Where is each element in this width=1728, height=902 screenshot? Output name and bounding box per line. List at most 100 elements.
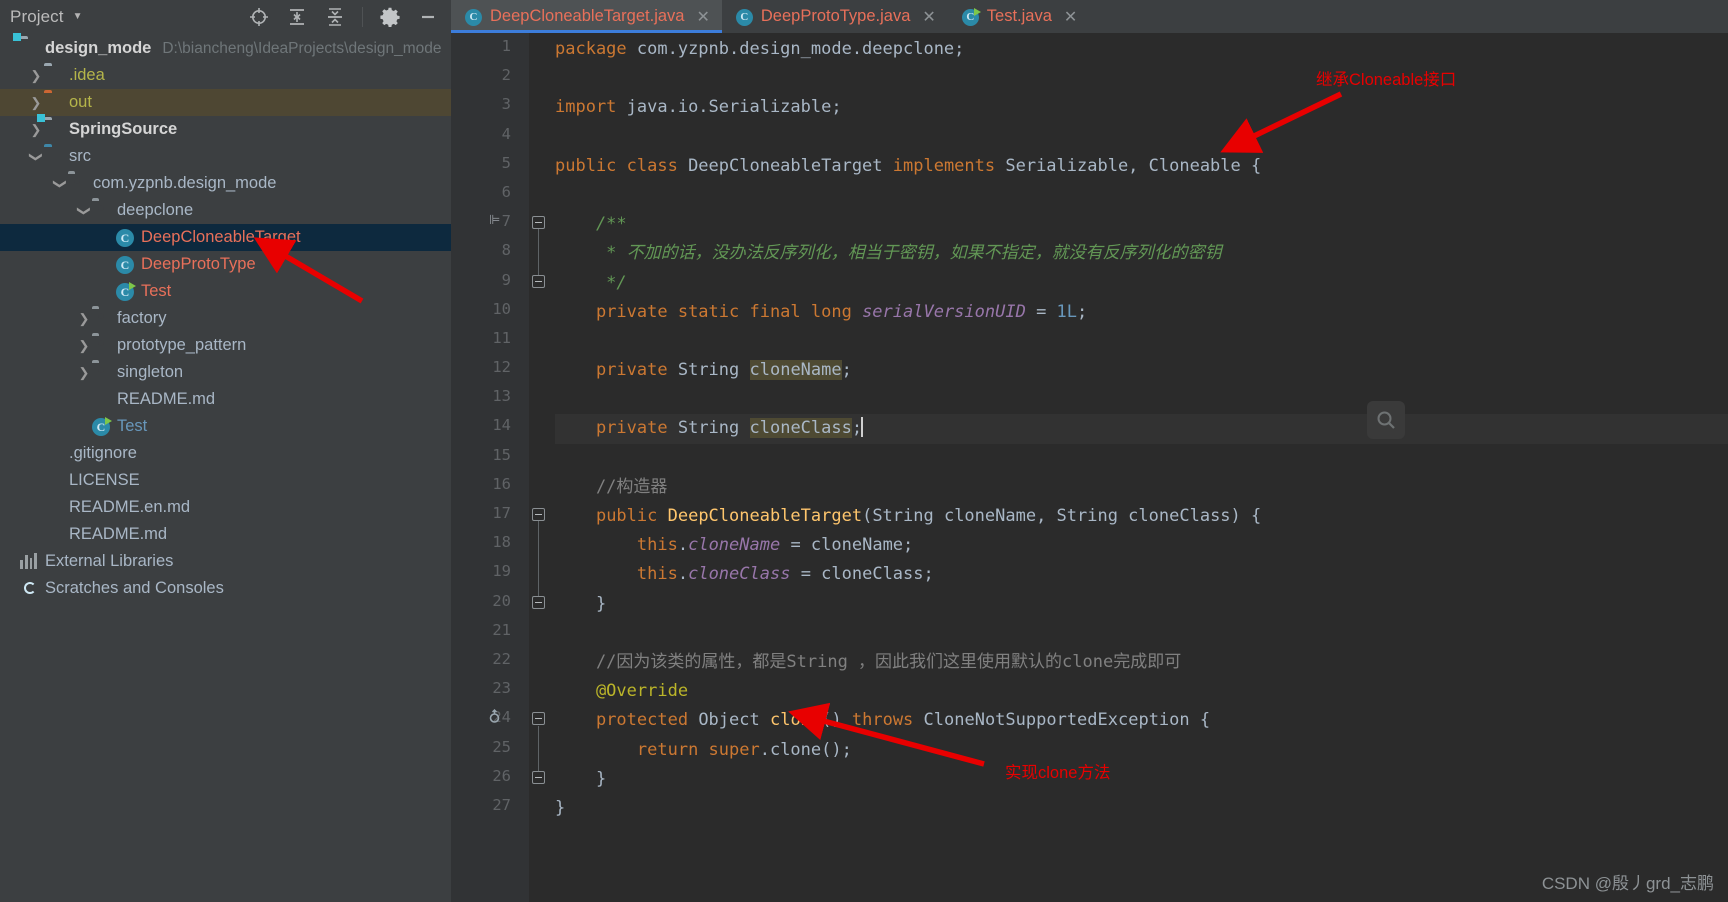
fold-collapse-icon[interactable] — [532, 508, 545, 521]
chevron-down-icon[interactable]: ❯ — [52, 176, 68, 192]
search-icon[interactable] — [1367, 401, 1405, 439]
tree-item-label: Scratches and Consoles — [45, 579, 224, 597]
code-line[interactable]: @Override — [555, 677, 1728, 706]
editor-tab-deepprototype-java[interactable]: C DeepProtoType.java ✕ — [722, 0, 948, 33]
code-line[interactable] — [555, 444, 1728, 473]
fold-expand-icon[interactable] — [532, 770, 545, 784]
close-icon[interactable]: ✕ — [922, 7, 935, 27]
expand-all-icon[interactable] — [286, 6, 308, 28]
page-title: Project — [10, 6, 64, 26]
code-token: ; — [1077, 301, 1088, 322]
tree-item-springsource[interactable]: ❯ SpringSource — [0, 114, 451, 143]
code-line[interactable] — [555, 123, 1728, 152]
chevron-down-icon[interactable]: ❯ — [28, 149, 44, 165]
fold-collapse-icon[interactable] — [532, 712, 545, 726]
tree-item--gitignore[interactable]: .gitignore — [0, 440, 451, 467]
tree-item-deepprototype[interactable]: C DeepProtoType — [0, 251, 451, 278]
tree-item-external-libraries[interactable]: External Libraries — [0, 548, 451, 575]
chevron-right-icon[interactable]: ❯ — [28, 95, 44, 111]
code-line[interactable] — [555, 385, 1728, 414]
editor-tab-test-java[interactable]: C Test.java ✕ — [948, 0, 1090, 33]
code-line[interactable]: /** — [555, 210, 1728, 239]
tree-item-singleton[interactable]: ❯ singleton — [0, 359, 451, 386]
code-line[interactable]: } — [555, 794, 1728, 823]
close-icon[interactable]: ✕ — [696, 7, 709, 27]
code-line[interactable]: this.cloneClass = cloneClass; — [555, 560, 1728, 589]
tree-item-readme-md[interactable]: MD README.md — [0, 386, 451, 413]
code-token: } — [555, 768, 607, 789]
fold-expand-icon[interactable] — [532, 274, 545, 288]
code-line[interactable] — [555, 619, 1728, 648]
code-line[interactable]: public class DeepCloneableTarget impleme… — [555, 152, 1728, 181]
gutter-line: 27 — [451, 792, 529, 821]
fold-collapse-icon[interactable] — [532, 216, 545, 230]
toolbar-divider — [362, 6, 363, 27]
editor-tab-deepcloneabletarget-java[interactable]: C DeepCloneableTarget.java ✕ — [451, 0, 722, 33]
code-line[interactable]: //构造器 — [555, 473, 1728, 502]
gutter-line: 21 — [451, 617, 529, 646]
fold-expand-icon[interactable] — [532, 595, 545, 609]
override-method-icon[interactable] — [487, 709, 502, 728]
chevron-right-icon[interactable]: ❯ — [28, 122, 44, 138]
tree-item-deepclone[interactable]: ❯ deepclone — [0, 197, 451, 224]
code-line[interactable]: private String cloneClass; — [555, 414, 1728, 444]
gutter-line: 8 — [451, 237, 529, 266]
code-content[interactable]: package com.yzpnb.design_mode.deepclone;… — [547, 33, 1728, 902]
chevron-right-icon[interactable]: ❯ — [76, 365, 92, 381]
gear-icon[interactable] — [379, 6, 401, 28]
collapse-all-icon[interactable] — [324, 6, 346, 28]
locate-icon[interactable] — [248, 6, 270, 28]
code-line[interactable] — [555, 64, 1728, 93]
tree-item-src[interactable]: ❯ src — [0, 143, 451, 170]
code-line[interactable]: private static final long serialVersionU… — [555, 298, 1728, 327]
tree-item-label: Test — [141, 282, 172, 300]
code-line[interactable]: * 不加的话，没办法反序列化，相当于密钥，如果不指定，就没有反序列化的密钥 — [555, 239, 1728, 268]
code-line[interactable] — [555, 181, 1728, 210]
gutter-line: 13 — [451, 383, 529, 412]
code-line[interactable]: protected Object clone() throws CloneNot… — [555, 706, 1728, 735]
code-line[interactable]: } — [555, 765, 1728, 794]
tree-item-design-mode[interactable]: design_mode D:\biancheng\IdeaProjects\des… — [0, 33, 451, 62]
tree-item-path: D:\biancheng\IdeaProjects\design_mode — [162, 39, 442, 57]
code-line[interactable]: package com.yzpnb.design_mode.deepclone; — [555, 35, 1728, 64]
tree-item-readme-md[interactable]: MD README.md — [0, 521, 451, 548]
chevron-right-icon[interactable]: ❯ — [76, 311, 92, 327]
fold-slot — [529, 33, 547, 62]
chevron-right-icon[interactable]: ❯ — [76, 338, 92, 354]
chevron-down-icon[interactable]: ▼ — [73, 11, 83, 22]
line-number: 23 — [492, 679, 511, 698]
code-line[interactable]: this.cloneName = cloneName; — [555, 531, 1728, 560]
code-line[interactable]: import java.io.Serializable; — [555, 93, 1728, 122]
chevron-right-icon[interactable]: ❯ — [28, 68, 44, 84]
code-line[interactable]: */ — [555, 269, 1728, 298]
code-line[interactable]: } — [555, 590, 1728, 619]
tree-item-com-yzpnb-design-mode[interactable]: ❯ com.yzpnb.design_mode — [0, 170, 451, 197]
close-icon[interactable]: ✕ — [1064, 7, 1077, 27]
project-tree[interactable]: design_mode D:\biancheng\IdeaProjects\des… — [0, 33, 451, 602]
code-token: implements — [892, 155, 1006, 176]
code-line[interactable]: //因为该类的属性，都是String ，因此我们这里使用默认的clone完成即可 — [555, 648, 1728, 677]
minimize-icon[interactable] — [417, 6, 439, 28]
tree-item-out[interactable]: ❯ out — [0, 89, 451, 116]
editor-tab-bar[interactable]: C DeepCloneableTarget.java ✕ C DeepProtoType… — [451, 0, 1728, 33]
class-icon: C — [735, 8, 753, 26]
tree-item-test[interactable]: C Test — [0, 278, 451, 305]
fold-gutter[interactable] — [529, 33, 547, 902]
chevron-down-icon[interactable]: ❯ — [76, 203, 92, 219]
code-line[interactable] — [555, 327, 1728, 356]
code-line[interactable]: public DeepCloneableTarget(String cloneN… — [555, 502, 1728, 531]
tree-item-factory[interactable]: ❯ factory — [0, 305, 451, 332]
scratches-icon — [20, 579, 39, 598]
fold-slot — [529, 675, 547, 704]
tree-item-scratches-and-consoles[interactable]: Scratches and Consoles — [0, 575, 451, 602]
tree-item-readme-en-md[interactable]: MD README.en.md — [0, 494, 451, 521]
code-line[interactable]: return super.clone(); — [555, 736, 1728, 765]
tree-item-prototype-pattern[interactable]: ❯ prototype_pattern — [0, 332, 451, 359]
tree-item--idea[interactable]: ❯ .idea — [0, 62, 451, 89]
tree-item-deepcloneabletarget[interactable]: C DeepCloneableTarget — [0, 224, 451, 251]
code-line[interactable]: private String cloneName; — [555, 356, 1728, 385]
code-token: (String cloneName, String cloneClass) { — [862, 506, 1262, 526]
tree-item-license[interactable]: LICENSE — [0, 467, 451, 494]
tree-item-test[interactable]: C Test — [0, 413, 451, 440]
